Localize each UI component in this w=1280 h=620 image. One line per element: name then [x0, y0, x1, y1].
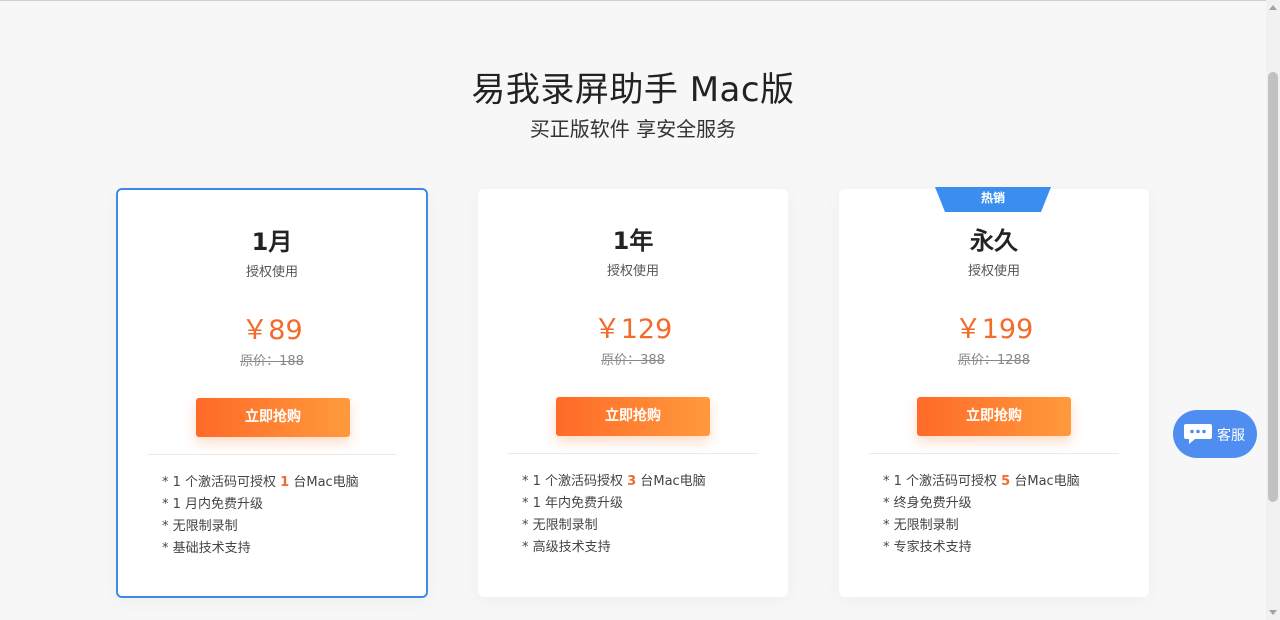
plan-usage: 授权使用 — [967, 264, 1020, 279]
feature-item: * 1 个激活码可授权 5 台Mac电脑 — [883, 474, 1080, 489]
buy-now-button[interactable]: 立即抢购 — [196, 398, 350, 437]
feature-item: * 终身免费升级 — [883, 496, 972, 511]
divider — [869, 453, 1119, 454]
feature-item: * 高级技术支持 — [522, 540, 611, 555]
plan-original-price: 原价：188 — [240, 354, 304, 369]
feature-item: * 基础技术支持 — [162, 541, 251, 556]
page-subtitle: 买正版软件 享安全服务 — [529, 117, 737, 141]
divider — [508, 453, 758, 454]
feature-item: * 无限制录制 — [522, 518, 598, 533]
scroll-up-arrow-icon[interactable] — [1269, 5, 1277, 10]
vertical-scrollbar[interactable] — [1266, 0, 1280, 620]
feature-item: * 1 个激活码授权 3 台Mac电脑 — [522, 474, 706, 489]
plan-price: ￥89 — [241, 315, 303, 346]
feature-item: * 1 月内免费升级 — [162, 497, 264, 512]
feature-list: * 1 个激活码授权 3 台Mac电脑 * 1 年内免费升级 * 无限制录制 *… — [522, 471, 706, 559]
feature-item: * 1 个激活码可授权 1 台Mac电脑 — [162, 475, 359, 490]
divider — [148, 454, 396, 455]
badge-label: 热销 — [980, 191, 1005, 205]
feature-list: * 1 个激活码可授权 5 台Mac电脑 * 终身免费升级 * 无限制录制 * … — [883, 471, 1080, 559]
plan-name: 1月 — [251, 228, 293, 256]
plan-original-price: 原价：1288 — [957, 353, 1031, 368]
feature-item: * 无限制录制 — [883, 518, 959, 533]
customer-service-button[interactable]: 客服 — [1173, 410, 1257, 458]
plan-price: ￥199 — [954, 314, 1034, 345]
hot-sale-badge: 热销 — [935, 187, 1051, 212]
buy-now-button[interactable]: 立即抢购 — [917, 397, 1071, 436]
feature-list: * 1 个激活码可授权 1 台Mac电脑 * 1 月内免费升级 * 无限制录制 … — [162, 472, 359, 560]
plan-card-monthly[interactable]: 1月 授权使用 ￥89 原价：188 立即抢购 * 1 个激活码可授权 1 台M… — [116, 188, 428, 598]
customer-service-label: 客服 — [1217, 428, 1245, 444]
plan-original-price: 原价：388 — [601, 353, 665, 368]
top-border — [0, 0, 1266, 1]
plan-name: 1年 — [612, 227, 654, 255]
scrollbar-thumb[interactable] — [1268, 72, 1278, 502]
page-title: 易我录屏助手 Mac版 — [471, 70, 795, 110]
plan-card-lifetime[interactable]: 热销 永久 授权使用 ￥199 原价：1288 立即抢购 * 1 个激活码可授权… — [839, 187, 1149, 597]
plan-name: 永久 — [970, 227, 1018, 255]
plan-usage: 授权使用 — [245, 265, 298, 280]
feature-item: * 1 年内免费升级 — [522, 496, 624, 511]
plan-usage: 授权使用 — [606, 264, 659, 279]
feature-item: * 专家技术支持 — [883, 540, 972, 555]
plan-card-yearly[interactable]: 1年 授权使用 ￥129 原价：388 立即抢购 * 1 个激活码授权 3 台M… — [478, 189, 788, 597]
chat-bubble-icon — [1184, 424, 1212, 444]
plan-price: ￥129 — [593, 314, 673, 345]
scroll-down-arrow-icon[interactable] — [1269, 610, 1277, 615]
buy-now-button[interactable]: 立即抢购 — [556, 397, 710, 436]
feature-item: * 无限制录制 — [162, 519, 238, 534]
